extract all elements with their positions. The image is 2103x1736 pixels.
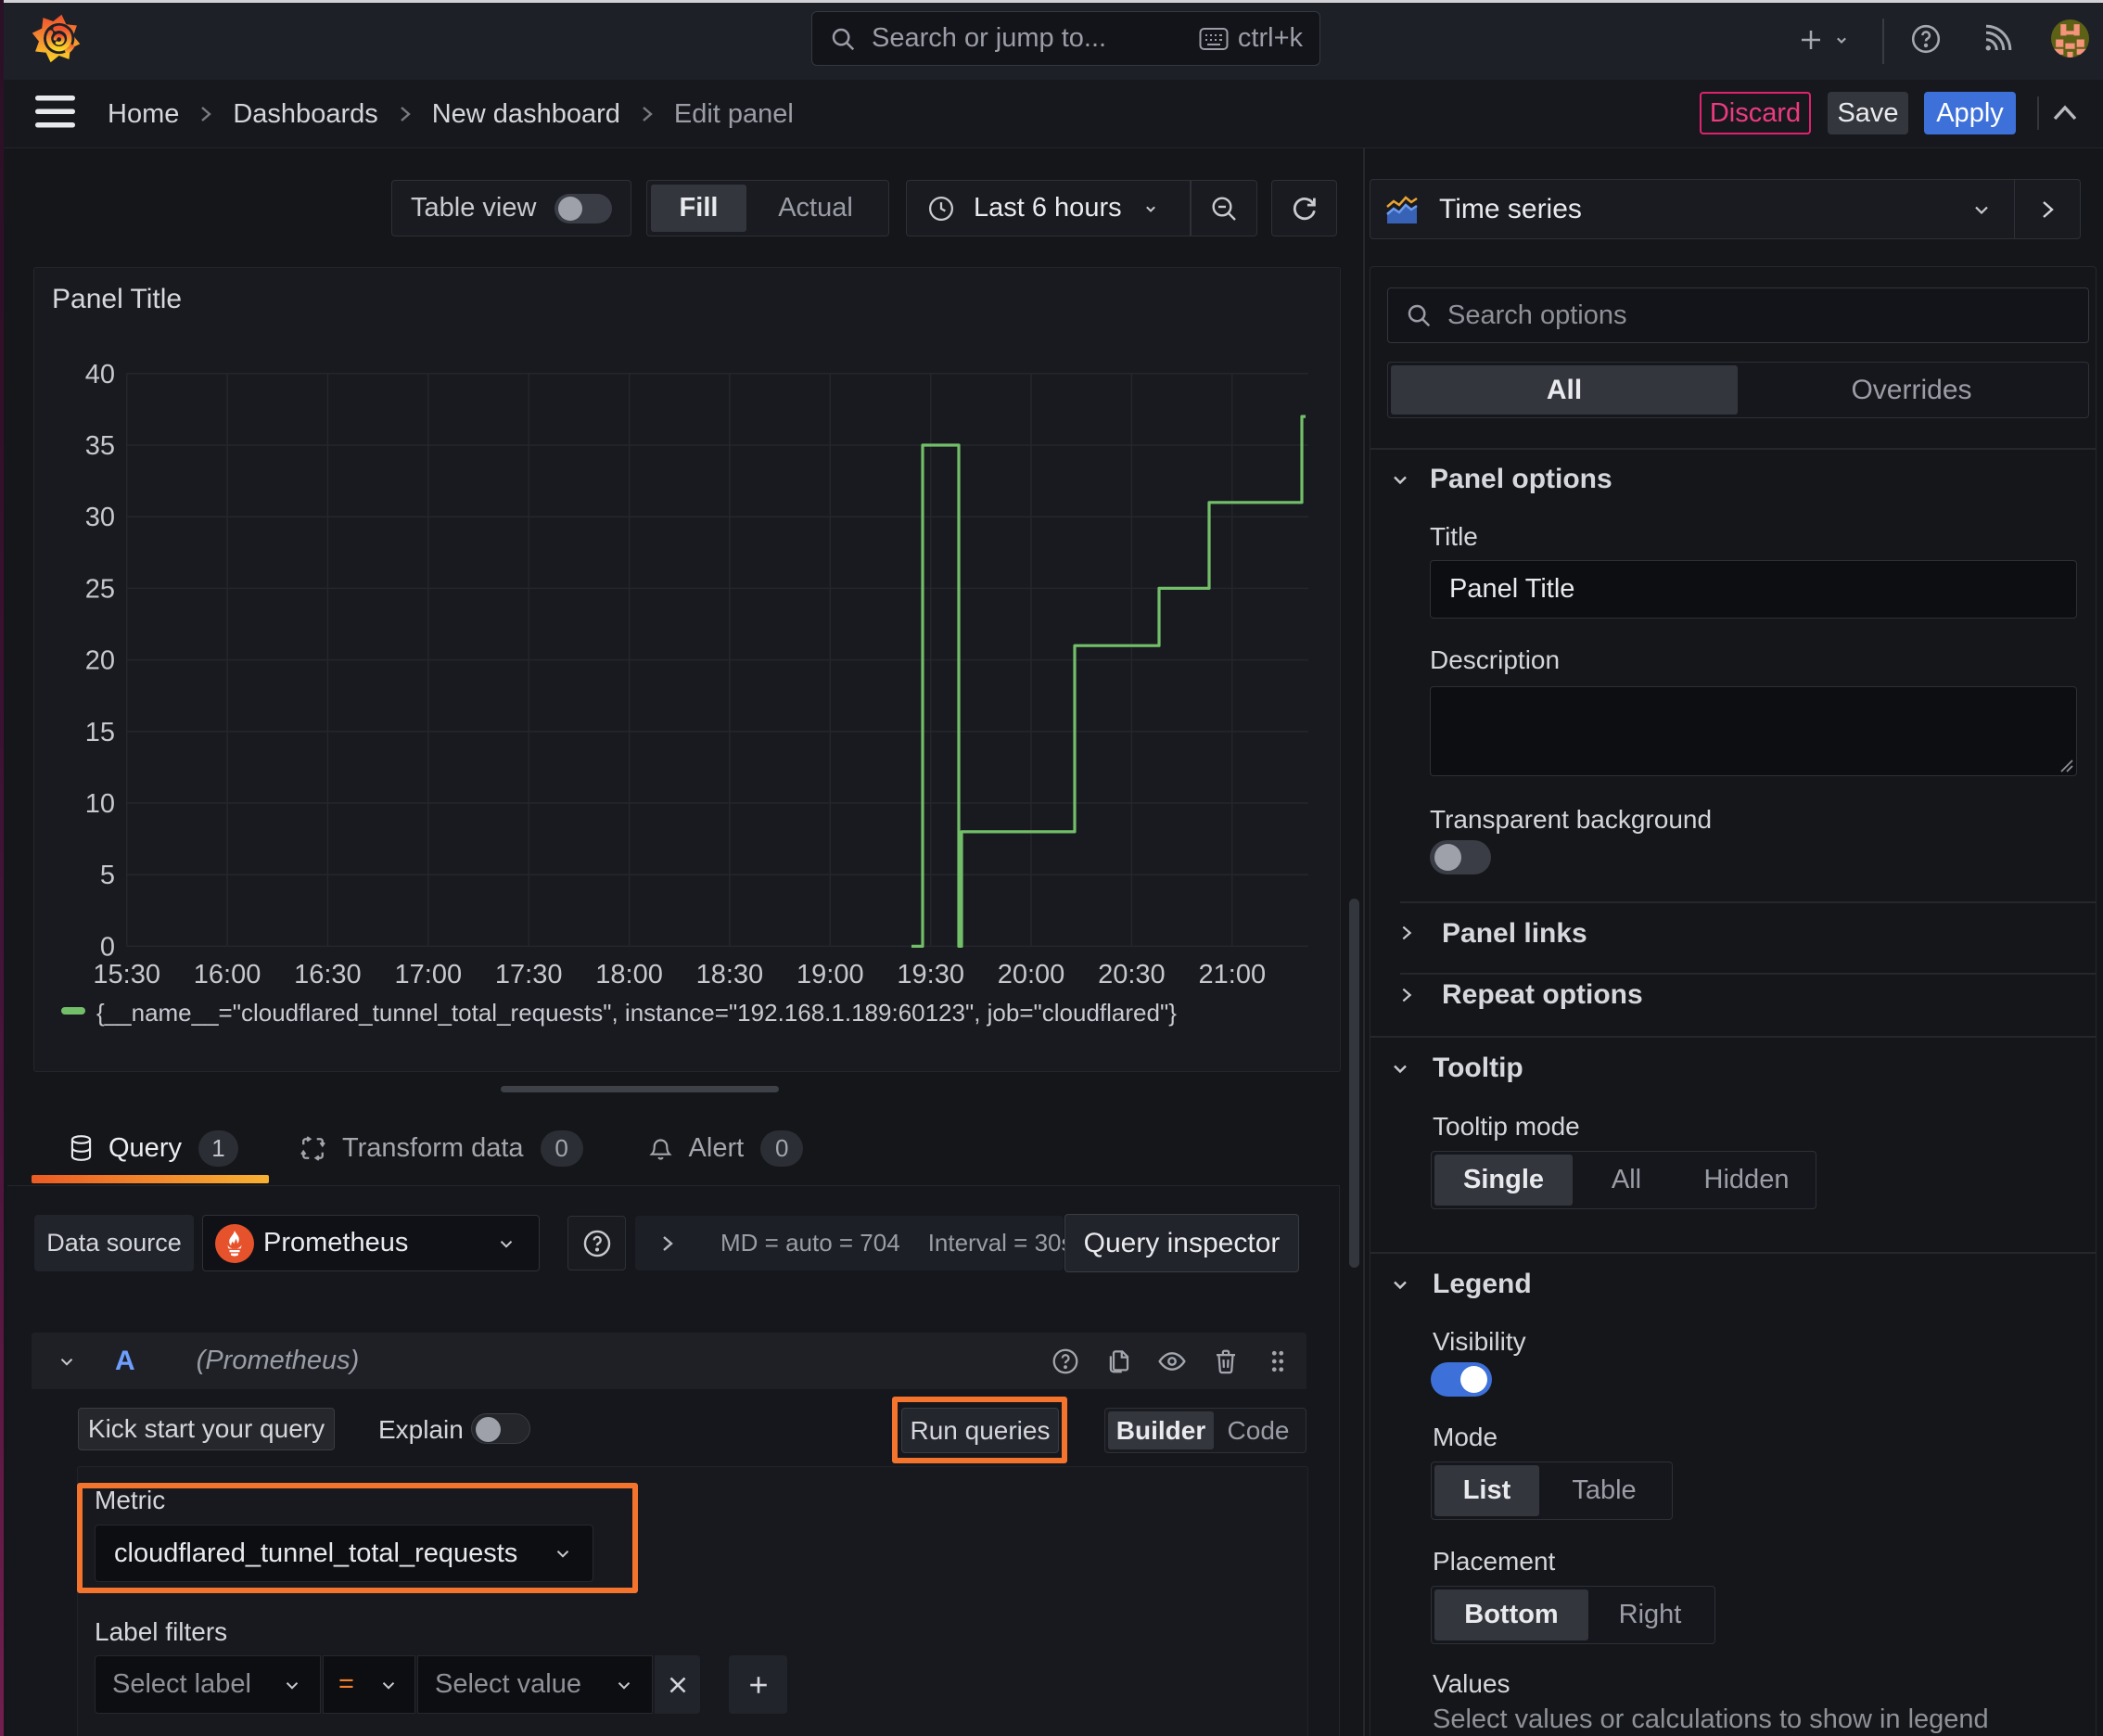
- svg-text:16:00: 16:00: [194, 960, 261, 989]
- svg-text:35: 35: [85, 431, 115, 461]
- svg-text:17:30: 17:30: [495, 960, 563, 989]
- svg-text:30: 30: [85, 503, 115, 532]
- svg-text:17:00: 17:00: [395, 960, 463, 989]
- svg-text:15:30: 15:30: [93, 960, 160, 989]
- svg-text:25: 25: [85, 574, 115, 604]
- svg-text:{__name__="cloudflared_tunnel_: {__name__="cloudflared_tunnel_total_requ…: [96, 999, 1177, 1027]
- svg-text:10: 10: [85, 789, 115, 819]
- svg-text:16:30: 16:30: [294, 960, 362, 989]
- svg-text:40: 40: [85, 360, 115, 389]
- svg-text:20: 20: [85, 646, 115, 676]
- svg-text:19:00: 19:00: [797, 960, 864, 989]
- svg-text:18:30: 18:30: [696, 960, 764, 989]
- svg-text:21:00: 21:00: [1199, 960, 1267, 989]
- svg-text:19:30: 19:30: [897, 960, 964, 989]
- svg-text:15: 15: [85, 718, 115, 747]
- svg-text:20:00: 20:00: [998, 960, 1065, 989]
- svg-text:20:30: 20:30: [1098, 960, 1166, 989]
- svg-text:0: 0: [100, 932, 115, 962]
- svg-text:5: 5: [100, 861, 115, 890]
- svg-text:18:00: 18:00: [595, 960, 663, 989]
